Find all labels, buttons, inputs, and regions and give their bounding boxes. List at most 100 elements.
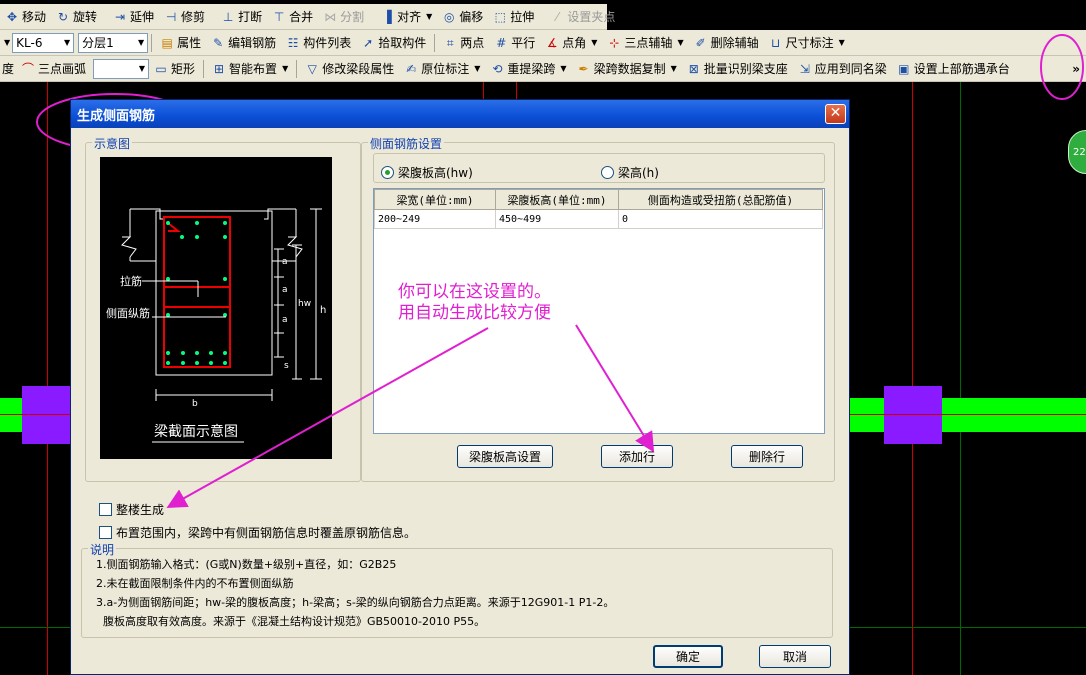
align-tool[interactable]: ▐ 对齐 ▼: [375, 6, 437, 28]
offset-tool[interactable]: ◎ 偏移: [437, 6, 488, 28]
re-extract-span-tool[interactable]: ⟲ 重提梁跨 ▼: [485, 58, 571, 80]
arc-select[interactable]: ▼: [93, 58, 150, 79]
separator: [296, 59, 298, 78]
copy-span-data-tool[interactable]: ✒ 梁跨数据复制 ▼: [572, 58, 682, 80]
dimension-tool[interactable]: ⊔ 尺寸标注 ▼: [764, 32, 850, 54]
merge-icon: ⊤: [273, 9, 285, 24]
smart-layout-icon: ⊞: [214, 61, 225, 76]
layer-select[interactable]: 分层1 ▼: [78, 32, 149, 53]
generate-side-rebar-dialog: 生成侧面钢筋 ✕ 示意图 拉筋 侧面纵筋 a a a s hw h b 梁截面示…: [70, 99, 850, 675]
axis-line: [47, 82, 48, 675]
split-tool[interactable]: ⋈ 分割: [318, 6, 369, 28]
rotate-icon: ↻: [57, 9, 69, 24]
property-icon: ▤: [161, 35, 173, 50]
column-right[interactable]: [884, 386, 942, 444]
delete-row-button[interactable]: 删除行: [731, 445, 803, 468]
stretch-tool[interactable]: ⬚ 拉伸: [488, 6, 539, 28]
in-situ-annotation-tool[interactable]: ✍ 原位标注 ▼: [399, 58, 485, 80]
label-tie-bar: 拉筋: [120, 275, 142, 288]
batch-identify-support-tool[interactable]: ⊠ 批量识别梁支座: [682, 58, 793, 80]
cancel-button[interactable]: 取消: [759, 645, 831, 668]
pick-component-tool[interactable]: ➚ 拾取构件: [356, 32, 431, 54]
property-tool[interactable]: ▤ 属性: [155, 32, 206, 54]
dropdown-arrow-icon: ▼: [670, 64, 677, 73]
split-icon: ⋈: [324, 9, 337, 24]
floor-badge[interactable]: 22: [1068, 130, 1086, 174]
note-line: 3.a-为侧面钢筋间距；hw-梁的腹板高度；h-梁高；s-梁的纵向钢筋合力点距离…: [96, 596, 615, 609]
table-row[interactable]: 200~249 450~499 0: [374, 209, 823, 229]
whole-building-checkbox[interactable]: 整楼生成: [99, 501, 164, 518]
radio-web-height-indicator[interactable]: [381, 166, 394, 179]
move-icon: ✥: [6, 9, 18, 24]
smart-layout-tool[interactable]: ⊞ 智能布置 ▼: [207, 58, 293, 80]
note-line: 1.侧面钢筋输入格式：(G或N)数量+级别+直径，如：G2B25: [96, 558, 397, 571]
annotation-line-1: 你可以在这设置的。: [398, 282, 551, 302]
radio-web-height-label: 梁腹板高(hw): [398, 166, 473, 180]
beam-section-diagram: 拉筋 侧面纵筋 a a a s hw h b 梁截面示意图: [100, 157, 332, 459]
toolbar-edit: ✥ 移动 ↻ 旋转 ⇥ 延伸 ⊣ 修剪 ⊥ 打断 ⊤ 合并 ⋈ 分割 ▐ 对齐 ▼ ◎ 偏移 ⬚ 拉伸…: [0, 4, 615, 30]
overwrite-check-box[interactable]: [99, 526, 112, 539]
point-angle-tool[interactable]: ∡ 点角 ▼: [540, 32, 602, 54]
web-height-settings-button[interactable]: 梁腹板高设置: [457, 445, 553, 468]
cell-beam-width[interactable]: 200~249: [374, 209, 496, 229]
three-point-arc-tool[interactable]: ⌒ 三点画弧: [16, 58, 91, 80]
three-point-axis-tool[interactable]: ⊹ 三点辅轴 ▼: [602, 32, 688, 54]
toolbar-component: ▼ KL-6 ▼ 分层1 ▼ ▤ 属性 ✎ 编辑钢筋 ☷ 构件列表 ➚ 拾取构件 ⌗ 两点 #…: [0, 30, 1086, 56]
header-side-rebar[interactable]: 侧面构造或受扭筋(总配筋值): [618, 189, 823, 210]
settings-group-title: 侧面钢筋设置: [368, 135, 445, 152]
ok-button[interactable]: 确定: [653, 645, 723, 668]
component-list-tool[interactable]: ☷ 构件列表: [281, 32, 356, 54]
component-select[interactable]: KL-6 ▼: [12, 32, 75, 53]
dialog-title-bar[interactable]: 生成侧面钢筋: [71, 100, 849, 128]
delete-axis-tool[interactable]: ✐ 删除辅轴: [689, 32, 764, 54]
overwrite-label: 布置范围内，梁跨中有侧面钢筋信息时覆盖原钢筋信息。: [116, 526, 417, 540]
set-top-rebar-cap-tool[interactable]: ▣ 设置上部筋遇承台: [892, 58, 1015, 80]
toolbar-overflow-button[interactable]: »: [1067, 58, 1086, 80]
rectangle-tool[interactable]: ▭ 矩形: [149, 58, 200, 80]
apply-same-name-tool[interactable]: ⇲ 应用到同名梁: [793, 58, 892, 80]
header-web-height[interactable]: 梁腹板高(单位:mm): [495, 189, 619, 210]
parallel-tool[interactable]: # 平行: [489, 32, 540, 54]
toolbar2-dropdown[interactable]: ▼: [0, 32, 12, 54]
offset-icon: ◎: [444, 9, 455, 24]
radio-beam-height[interactable]: 梁高(h): [601, 164, 659, 181]
two-point-tool[interactable]: ⌗ 两点: [438, 32, 489, 54]
move-tool[interactable]: ✥ 移动: [0, 6, 51, 28]
cell-side-rebar[interactable]: 0: [618, 209, 823, 229]
dropdown-arrow-icon: ▼: [838, 38, 845, 47]
column-left[interactable]: [22, 386, 70, 444]
point-angle-icon: ∡: [546, 35, 558, 50]
dim-a-2: a: [282, 285, 288, 295]
whole-building-label: 整楼生成: [116, 503, 165, 517]
dimension-icon: ⊔: [770, 35, 781, 50]
degree-tool[interactable]: 度: [0, 58, 16, 80]
apply-icon: ⇲: [799, 61, 810, 76]
dim-s: s: [284, 361, 289, 371]
edit-rebar-tool[interactable]: ✎ 编辑钢筋: [206, 32, 281, 54]
radio-beam-height-indicator[interactable]: [601, 166, 614, 179]
close-button[interactable]: ✕: [825, 104, 846, 124]
whole-building-check-box[interactable]: [99, 503, 112, 516]
merge-tool[interactable]: ⊤ 合并: [267, 6, 318, 28]
dim-a-1: a: [282, 257, 288, 267]
close-icon: ✕: [829, 105, 842, 121]
overwrite-checkbox[interactable]: 布置范围内，梁跨中有侧面钢筋信息时覆盖原钢筋信息。: [99, 524, 416, 541]
extend-tool[interactable]: ⇥ 延伸: [108, 6, 159, 28]
set-grip-tool[interactable]: ⁄ 设置夹点: [545, 6, 620, 28]
re-extract-icon: ⟲: [492, 61, 503, 76]
note-line: 腹板高度取有效高度。来源于《混凝土结构设计规范》GB50010-2010 P55…: [96, 615, 486, 628]
trim-tool[interactable]: ⊣ 修剪: [159, 6, 210, 28]
modify-icon: ▽: [307, 61, 317, 76]
rotate-tool[interactable]: ↻ 旋转: [51, 6, 102, 28]
three-point-axis-icon: ⊹: [609, 35, 620, 50]
rebar-table: 梁宽(单位:mm) 梁腹板高(单位:mm) 侧面构造或受扭筋(总配筋值) 200…: [374, 189, 823, 229]
annotation-icon: ✍: [406, 61, 417, 76]
cell-web-height[interactable]: 450~499: [495, 209, 619, 229]
break-tool[interactable]: ⊥ 打断: [216, 6, 267, 28]
list-icon: ☷: [287, 35, 299, 50]
add-row-button[interactable]: 添加行: [601, 445, 673, 468]
radio-web-height[interactable]: 梁腹板高(hw): [381, 164, 473, 181]
header-beam-width[interactable]: 梁宽(单位:mm): [374, 189, 496, 210]
diagram-group-title: 示意图: [92, 135, 133, 152]
modify-span-property-tool[interactable]: ▽ 修改梁段属性: [300, 58, 399, 80]
